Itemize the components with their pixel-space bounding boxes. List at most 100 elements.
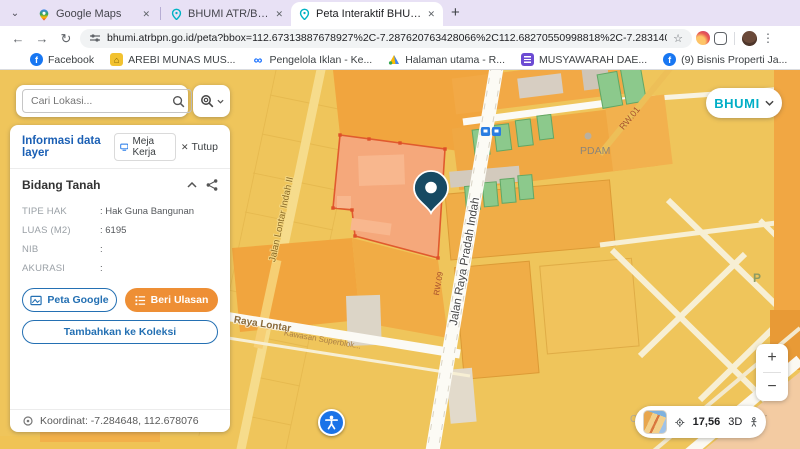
field-row: AKURASI :: [22, 259, 218, 278]
tab-label: Google Maps: [56, 8, 136, 20]
zoom-in-button[interactable]: +: [756, 344, 788, 372]
bookmark-arebi[interactable]: ⌂ AREBI MUNAS MUS...: [110, 53, 235, 66]
bhumi-logo: BHUMI: [714, 96, 760, 111]
new-tab-button[interactable]: +: [451, 4, 460, 21]
tab-google-maps[interactable]: Google Maps ✕: [30, 2, 158, 26]
tambah-koleksi-label: Tambahkan ke Koleksi: [64, 326, 176, 338]
tab-bhumi[interactable]: BHUMI ATR/BPN ✕: [163, 2, 291, 26]
field-value: :: [100, 263, 103, 274]
extension-icon-2[interactable]: [714, 32, 727, 45]
pegman-icon[interactable]: [750, 414, 758, 430]
field-label: TIPE HAK: [22, 206, 100, 217]
bookmark-label: Halaman utama - R...: [405, 54, 505, 66]
zoom-out-button[interactable]: −: [756, 373, 788, 401]
field-value: :: [100, 244, 103, 255]
forward-icon[interactable]: →: [32, 32, 52, 45]
field-value: : 6195: [100, 225, 126, 236]
bookmark-label: Pengelola Iklan - Ke...: [269, 54, 372, 66]
bookmark-label: Facebook: [48, 54, 94, 66]
chevron-up-icon[interactable]: [187, 182, 197, 188]
browser-toolbar: ← → ↻ bhumi.atrbpn.go.id/peta?bbox=112.6…: [0, 26, 800, 50]
crosshair-icon: [22, 415, 34, 427]
zoom-search-icon: [200, 94, 214, 108]
label-pdam: PDAM: [580, 145, 610, 157]
bookmark-pengelola-iklan[interactable]: ∞ Pengelola Iklan - Ke...: [251, 53, 372, 66]
tutup-label: Tutup: [192, 141, 218, 153]
search-input[interactable]: [29, 94, 168, 108]
meta-icon: ∞: [251, 53, 264, 66]
address-bar[interactable]: bhumi.atrbpn.go.id/peta?bbox=112.6731388…: [80, 29, 692, 48]
arebi-icon: ⌂: [110, 53, 123, 66]
workspace-icon: [120, 142, 129, 152]
beri-ulasan-button[interactable]: Beri Ulasan: [125, 288, 218, 312]
bookmarks-bar: f Facebook ⌂ AREBI MUNAS MUS... ∞ Pengel…: [0, 50, 800, 70]
peta-google-button[interactable]: Peta Google: [22, 288, 117, 312]
profile-avatar[interactable]: [742, 31, 757, 46]
tab-close-icon[interactable]: ✕: [427, 9, 435, 20]
bhumi-menu-button[interactable]: BHUMI: [706, 88, 782, 118]
accessibility-icon: [324, 415, 339, 430]
site-info-icon[interactable]: [89, 32, 101, 44]
extension-icon[interactable]: [696, 31, 710, 45]
info-panel: Informasi data layer Meja Kerja ✕ Tutup …: [10, 125, 230, 432]
search-card: [16, 85, 188, 117]
search-box[interactable]: [22, 89, 192, 113]
browser-menu-icon[interactable]: ⋮: [761, 31, 775, 45]
map-control-bar: 17,56 3D: [635, 406, 766, 438]
chevron-down-icon: [765, 100, 774, 106]
browser-window: ⌄ Google Maps ✕ BHUMI ATR/BPN ✕: [0, 0, 800, 449]
tab-peta-interaktif[interactable]: Peta Interaktif BHUMI ATR/BPN ✕: [291, 2, 443, 26]
back-icon[interactable]: ←: [8, 32, 28, 45]
field-row: NIB :: [22, 240, 218, 259]
bookmark-label: MUSYAWARAH DAE...: [539, 54, 647, 66]
attribute-fields: TIPE HAK : Hak Guna Bangunan LUAS (M2) :…: [10, 198, 230, 280]
advanced-search-button[interactable]: [193, 85, 230, 117]
meja-kerja-button[interactable]: Meja Kerja: [114, 133, 176, 161]
beri-ulasan-label: Beri Ulasan: [151, 294, 209, 306]
chevron-down-icon: [217, 99, 224, 104]
coordinate-bar: Koordinat: -7.284648, 112.678076: [10, 409, 230, 432]
tutup-button[interactable]: ✕ Tutup: [181, 141, 218, 153]
facebook-icon: f: [663, 53, 676, 66]
review-list-icon: [135, 295, 146, 306]
bookmark-facebook[interactable]: f Facebook: [30, 53, 94, 66]
peta-google-label: Peta Google: [47, 294, 108, 306]
map-canvas[interactable]: Jalan Raya Pradah Indah Jalan Lontar Ind…: [0, 70, 800, 449]
mode-3d-button[interactable]: 3D: [728, 416, 742, 428]
tambah-koleksi-button[interactable]: Tambahkan ke Koleksi: [22, 320, 218, 344]
reload-icon[interactable]: ↻: [56, 32, 76, 45]
field-row: TIPE HAK : Hak Guna Bangunan: [22, 202, 218, 221]
bookmark-bisnis-properti[interactable]: f (9) Bisnis Properti Ja...: [663, 53, 787, 66]
section-title: Bidang Tanah: [22, 178, 100, 192]
bookmark-label: AREBI MUNAS MUS...: [128, 54, 235, 66]
tab-search-chevron-icon[interactable]: ⌄: [6, 4, 24, 22]
panel-header: Informasi data layer Meja Kerja ✕ Tutup: [10, 125, 230, 168]
meja-kerja-label: Meja Kerja: [132, 136, 170, 158]
zoom-control: + −: [756, 344, 788, 401]
field-label: AKURASI: [22, 263, 100, 274]
field-label: NIB: [22, 244, 100, 255]
close-icon: ✕: [181, 142, 189, 153]
bhumi-pin-icon: [299, 8, 310, 20]
basemap-switcher[interactable]: [643, 410, 667, 434]
my-location-icon[interactable]: [675, 415, 685, 430]
bookmark-halaman-utama[interactable]: Halaman utama - R...: [388, 54, 505, 66]
accessibility-button[interactable]: [318, 409, 345, 436]
tab-close-icon[interactable]: ✕: [142, 9, 150, 20]
bookmark-musyawarah[interactable]: MUSYAWARAH DAE...: [521, 53, 647, 66]
facebook-icon: f: [30, 53, 43, 66]
field-label: LUAS (M2): [22, 225, 100, 236]
tab-close-icon[interactable]: ✕: [275, 9, 283, 20]
bookmark-star-icon[interactable]: ☆: [673, 32, 683, 45]
panel-title: Informasi data layer: [22, 135, 109, 159]
share-icon[interactable]: [206, 179, 218, 191]
section-header: Bidang Tanah: [10, 169, 230, 198]
tab-label: Peta Interaktif BHUMI ATR/BPN: [316, 8, 421, 20]
bookmark-label: (9) Bisnis Properti Ja...: [681, 54, 787, 66]
map-photo-icon: [30, 295, 42, 306]
bhumi-pin-icon: [171, 8, 182, 20]
label-parking: P: [753, 271, 761, 285]
google-ads-icon: [388, 54, 400, 65]
tab-label: BHUMI ATR/BPN: [188, 8, 269, 20]
search-icon[interactable]: [172, 95, 185, 108]
